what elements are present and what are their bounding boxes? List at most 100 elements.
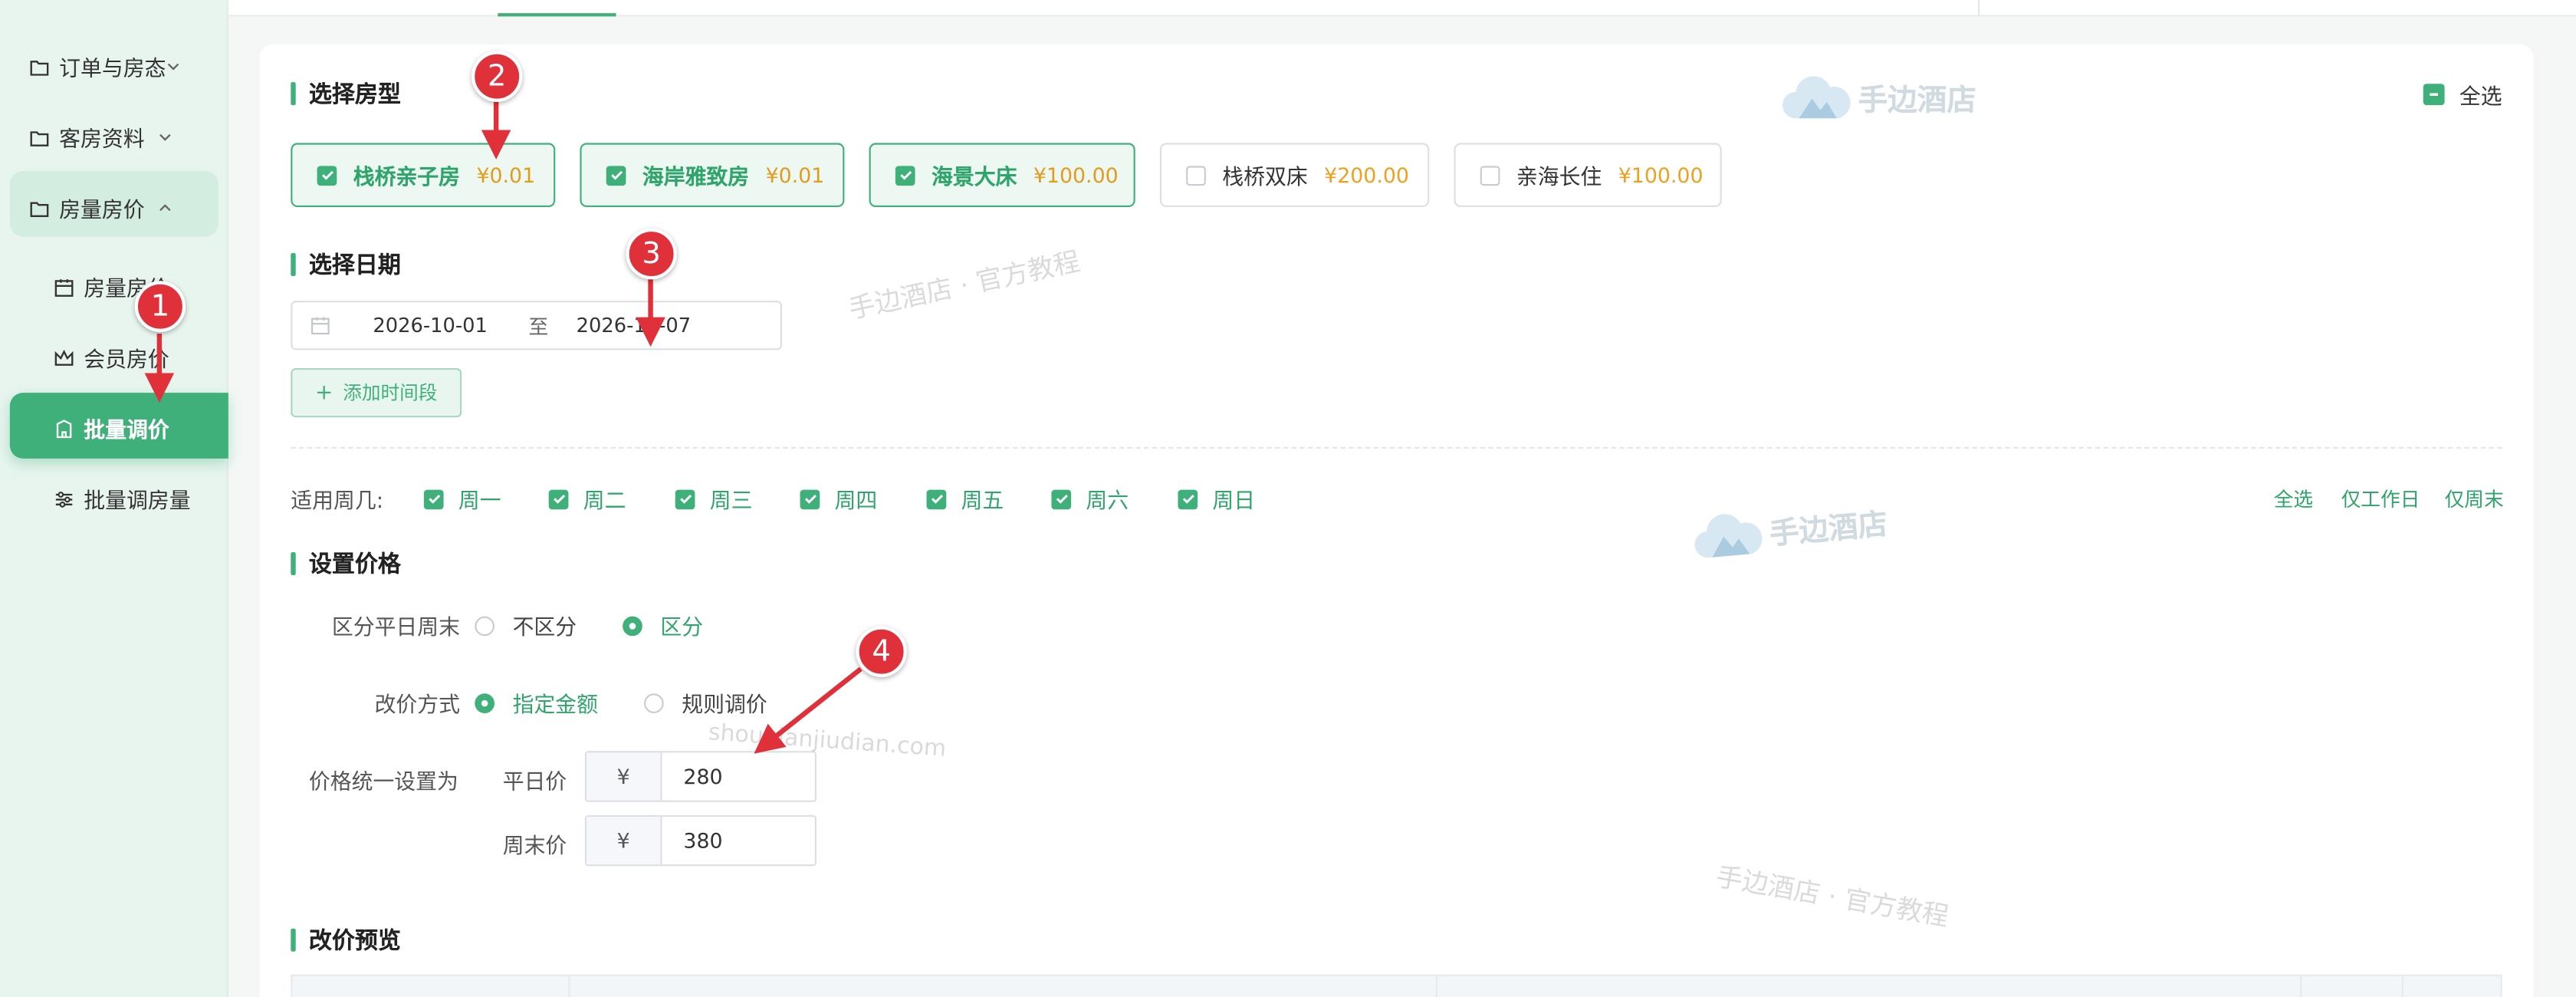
- weekday-label: 适用周几:: [291, 489, 384, 515]
- tab-indicator: [498, 13, 616, 17]
- room-name: 栈桥亲子房: [353, 166, 461, 191]
- add-time-range-button[interactable]: + 添加时间段: [291, 368, 462, 418]
- checkbox-checked-icon: [423, 489, 444, 509]
- currency-prefix: ¥: [586, 752, 662, 801]
- sidebar-item-label: 会员房价: [84, 348, 169, 373]
- room-price: ¥100.00: [1033, 163, 1119, 188]
- checkbox-checked-icon: [800, 489, 820, 509]
- sidebar-item-orders[interactable]: 订单与房态: [30, 51, 181, 82]
- section-title-room-type: 选择房型: [291, 77, 401, 110]
- room-price: ¥0.01: [765, 163, 825, 188]
- step-marker-2: 2: [472, 51, 523, 102]
- weekend-price-field[interactable]: ¥ 380: [584, 814, 816, 867]
- room-price: ¥100.00: [1618, 163, 1704, 188]
- link-workdays-only[interactable]: 仅工作日: [2341, 485, 2420, 512]
- building-icon: [54, 418, 74, 438]
- link-select-all-days[interactable]: 全选: [2274, 485, 2313, 512]
- room-option[interactable]: 亲海长住 ¥100.00: [1454, 143, 1722, 207]
- checkbox-checked-icon: [1051, 489, 1072, 509]
- room-option[interactable]: 海景大床 ¥100.00: [869, 143, 1135, 207]
- cloud-logo-icon: [1694, 514, 1763, 558]
- weekday-checkbox-thu[interactable]: 周四: [800, 483, 877, 515]
- chevron-down-icon: [166, 59, 180, 74]
- select-all-rooms[interactable]: 全选: [2423, 79, 2502, 110]
- top-bar-divider: [1978, 0, 1980, 17]
- room-option[interactable]: 栈桥双床 ¥200.00: [1159, 143, 1430, 207]
- calendar-icon: [310, 315, 330, 335]
- section-title-date: 选择日期: [291, 248, 401, 281]
- sidebar-item-batch-inventory[interactable]: 批量调房量: [54, 483, 191, 515]
- weekend-price-label: 周末价: [502, 834, 567, 860]
- sidebar-item-label: 批量调房量: [84, 489, 191, 515]
- radio-distinguish[interactable]: 区分: [623, 610, 703, 641]
- sidebar-item-member-price[interactable]: 会员房价: [54, 342, 169, 373]
- sidebar-item-label: 房量房价: [59, 199, 145, 224]
- date-start-input[interactable]: 2026-10-01: [373, 314, 487, 337]
- weekday-checkbox-sun[interactable]: 周日: [1178, 483, 1255, 515]
- checkbox-unchecked-icon: [1480, 165, 1500, 186]
- checkbox-unchecked-icon: [1186, 165, 1206, 186]
- weekday-price-input[interactable]: 280: [662, 752, 815, 800]
- weekday-checkbox-sat[interactable]: 周六: [1051, 483, 1129, 515]
- sidebar-item-label: 批量调价: [84, 419, 169, 444]
- section-title-price: 设置价格: [291, 548, 401, 581]
- unified-price-label: 价格统一设置为: [308, 770, 458, 796]
- step-marker-1: 1: [134, 281, 186, 332]
- top-bar: [228, 0, 2576, 17]
- weekend-price-input[interactable]: 380: [662, 817, 815, 864]
- radio-checked-icon: [475, 693, 495, 712]
- date-range-picker[interactable]: 2026-10-01 至 2026-10-07: [291, 301, 782, 350]
- link-weekend-only[interactable]: 仅周末: [2445, 485, 2504, 512]
- room-option[interactable]: 海岸雅致房 ¥0.01: [580, 143, 845, 207]
- sidebar-item-label: 订单与房态: [59, 58, 166, 83]
- sidebar: 订单与房态 客房资料 房量房价 房量房价 会员房价 批量调价 批量调房量: [0, 0, 228, 997]
- checkbox-checked-icon: [895, 165, 915, 186]
- checkbox-checked-icon: [548, 489, 569, 509]
- weekday-price-label: 平日价: [502, 770, 567, 796]
- method-label: 改价方式: [374, 693, 461, 719]
- step-marker-3: 3: [626, 228, 677, 280]
- radio-unchecked-icon: [475, 615, 495, 636]
- currency-prefix: ¥: [586, 817, 662, 865]
- distinguish-label: 区分平日周末: [331, 616, 461, 641]
- chevron-down-icon: [158, 130, 172, 144]
- sidebar-item-room-info[interactable]: 客房资料: [30, 122, 172, 153]
- sidebar-item-batch-price[interactable]: 批量调价: [54, 413, 169, 444]
- weekday-checkbox-tue[interactable]: 周二: [548, 483, 626, 515]
- crown-icon: [54, 347, 74, 367]
- checkbox-checked-icon: [317, 165, 337, 186]
- sliders-icon: [54, 489, 74, 509]
- radio-unchecked-icon: [644, 693, 664, 712]
- calendar-icon: [54, 277, 74, 297]
- date-separator: 至: [528, 314, 549, 338]
- room-name: 海景大床: [932, 166, 1017, 191]
- folder-icon: [30, 127, 50, 147]
- weekday-checkbox-fri[interactable]: 周五: [926, 483, 1004, 515]
- checkbox-checked-icon: [1178, 489, 1198, 509]
- room-price: ¥200.00: [1324, 163, 1409, 188]
- room-name: 亲海长住: [1516, 166, 1602, 191]
- weekday-checkbox-wed[interactable]: 周三: [675, 483, 752, 515]
- folder-icon: [30, 57, 50, 77]
- sidebar-item-inventory-price[interactable]: 房量房价: [30, 192, 172, 224]
- radio-no-distinguish[interactable]: 不区分: [475, 610, 577, 641]
- section-title-preview: 改价预览: [291, 923, 401, 956]
- preview-table-header: [291, 974, 2502, 997]
- room-name: 栈桥双床: [1222, 166, 1308, 191]
- checkbox-checked-icon: [926, 489, 947, 509]
- radio-checked-icon: [623, 615, 642, 636]
- checkbox-checked-icon: [675, 489, 695, 509]
- weekday-price-field[interactable]: ¥ 280: [584, 751, 816, 802]
- cloud-logo-icon: [1783, 76, 1851, 119]
- radio-rule-adjust[interactable]: 规则调价: [644, 687, 767, 718]
- weekday-checkbox-mon[interactable]: 周一: [423, 483, 501, 515]
- chevron-up-icon: [158, 200, 172, 215]
- radio-fixed-amount[interactable]: 指定金额: [475, 687, 598, 718]
- room-name: 海岸雅致房: [642, 166, 750, 191]
- step-marker-4: 4: [856, 626, 907, 677]
- brand-watermark: 手边酒店: [1779, 72, 1976, 125]
- indeterminate-checkbox-icon: [2423, 84, 2445, 106]
- date-end-input[interactable]: 2026-10-07: [577, 314, 691, 337]
- room-option[interactable]: 栈桥亲子房 ¥0.01: [291, 143, 556, 207]
- folder-icon: [30, 198, 50, 218]
